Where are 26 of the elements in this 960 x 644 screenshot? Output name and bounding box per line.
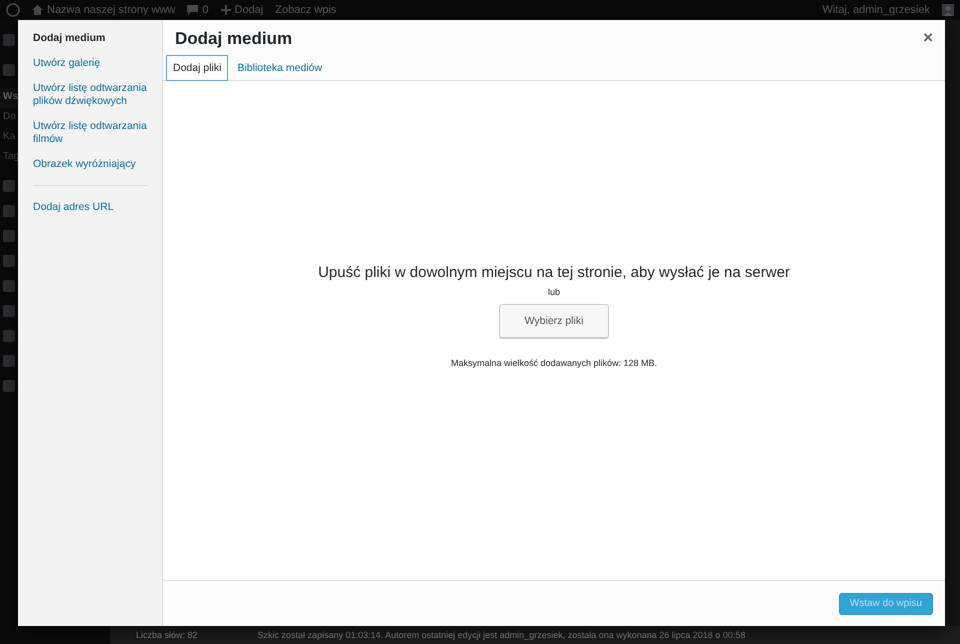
media-menu-item[interactable]: Obrazek wyróżniający bbox=[18, 158, 162, 171]
home-icon bbox=[32, 5, 43, 15]
media-menu-item[interactable]: Utwórz listę odtwarzania plików dźwiękowych bbox=[18, 82, 162, 108]
tab[interactable]: Dodaj pliki bbox=[166, 55, 228, 81]
max-size-note: Maksymalna wielkość dodawanych plików: 128 MB. bbox=[450, 358, 658, 368]
close-button[interactable]: × bbox=[923, 29, 933, 47]
drop-instructions: Upuść pliki w dowolnym miejscu na tej stronie, aby wysłać je na serwer bbox=[318, 264, 790, 280]
avatar-icon[interactable] bbox=[942, 4, 954, 16]
media-menu-item[interactable]: Utwórz galerię bbox=[18, 57, 162, 70]
media-menu-item[interactable]: Dodaj adres URL bbox=[18, 201, 162, 214]
modal-title: Dodaj medium bbox=[175, 29, 292, 49]
site-name-link[interactable]: Nazwa naszej strony www bbox=[47, 4, 176, 16]
media-menu-item[interactable]: Utwórz listę odtwarzania filmów bbox=[18, 120, 162, 146]
tab[interactable]: Biblioteka mediów bbox=[230, 55, 330, 81]
comment-icon bbox=[187, 5, 198, 15]
plus-icon bbox=[220, 5, 230, 15]
add-new-link[interactable]: Dodaj bbox=[234, 4, 264, 16]
comment-count[interactable]: 0 bbox=[202, 4, 208, 16]
greeting-link[interactable]: Witaj, admin_grzesiek bbox=[822, 4, 930, 16]
select-files-button[interactable]: Wybierz pliki bbox=[499, 304, 609, 338]
or-label: lub bbox=[548, 286, 560, 296]
view-post-link[interactable]: Zobacz wpis bbox=[275, 4, 336, 16]
media-menu-item[interactable]: Dodaj medium bbox=[18, 32, 162, 45]
draft-info: Szkic został zapisany 01:03:14. Autorem ostatniej edycji jest admin_grzesiek, została ona wykonana 26 lipca 2018 o 00:58 bbox=[258, 630, 746, 640]
word-count: Liczba słów: 82 bbox=[136, 630, 198, 640]
logo-icon[interactable] bbox=[6, 3, 20, 17]
